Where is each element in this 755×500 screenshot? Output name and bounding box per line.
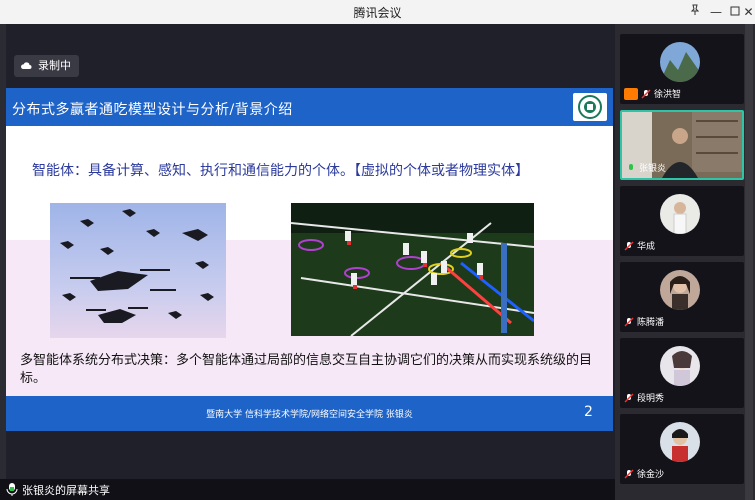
participant-name-row: 徐洪智 xyxy=(624,87,681,100)
drones-image xyxy=(50,203,226,338)
participant-tile[interactable]: 华成 xyxy=(620,186,744,256)
participant-tile[interactable]: 段明秀 xyxy=(620,338,744,408)
cloud-icon xyxy=(21,62,32,69)
pin-icon[interactable] xyxy=(684,2,706,22)
mic-muted-icon xyxy=(624,317,634,326)
slide-title: 分布式多赢者通吃模型设计与分析/背景介绍 xyxy=(12,102,293,118)
participant-name: 张银炎 xyxy=(639,164,667,174)
mic-icon xyxy=(6,483,18,496)
avatar xyxy=(660,270,700,310)
shared-slide: 分布式多赢者通吃模型设计与分析/背景介绍 智能体：具备计算、感知、执行和通信能力… xyxy=(6,88,613,431)
participant-name: 徐洪智 xyxy=(654,90,682,100)
slide-footer: 暨南大学 信科学技术学院/网络空间安全学院 张银炎 2 xyxy=(6,396,613,431)
participant-name: 徐金沙 xyxy=(637,470,665,480)
window-title: 腾讯会议 xyxy=(353,6,402,20)
person-icon xyxy=(624,87,638,100)
participants-scrollbar[interactable] xyxy=(745,24,753,500)
mic-muted-icon xyxy=(624,469,634,478)
recording-label: 录制中 xyxy=(38,59,71,72)
participant-name: 陈腾潘 xyxy=(637,318,665,328)
avatar xyxy=(660,346,700,386)
slide-footer-text: 暨南大学 信科学技术学院/网络空间安全学院 张银炎 xyxy=(206,410,413,420)
avatar xyxy=(660,194,700,234)
mic-muted-icon xyxy=(641,89,651,98)
avatar xyxy=(660,422,700,462)
slide-header: 分布式多赢者通吃模型设计与分析/背景介绍 xyxy=(6,88,613,126)
participants-panel: 徐洪智 张银炎 华成 陈腾潘 段明秀 徐金沙 xyxy=(615,24,755,500)
recording-indicator[interactable]: 录制中 xyxy=(14,55,79,77)
agent-definition-text: 智能体：具备计算、感知、执行和通信能力的个体。【虚拟的个体或者物理实体】 xyxy=(32,163,529,179)
robot-soccer-image xyxy=(291,203,534,336)
participant-tile[interactable]: 徐金沙 xyxy=(620,414,744,484)
participant-name-row: 陈腾潘 xyxy=(624,315,664,328)
university-logo xyxy=(573,93,607,121)
slide-page-number: 2 xyxy=(584,404,593,420)
screen-share-label: 张银炎的屏幕共享 xyxy=(22,484,110,497)
participant-name: 华成 xyxy=(637,242,656,252)
mic-muted-icon xyxy=(624,393,634,402)
screen-share-bar: 张银炎的屏幕共享 xyxy=(0,479,615,500)
multi-agent-decision-text: 多智能体系统分布式决策：多个智能体通过局部的信息交互自主协调它们的决策从而实现系… xyxy=(20,353,593,386)
participant-tile-active[interactable]: 张银炎 xyxy=(620,110,744,180)
participant-name-row: 张银炎 xyxy=(626,161,666,174)
participant-tile[interactable]: 徐洪智 xyxy=(620,34,744,104)
speaking-mic-icon xyxy=(629,163,633,170)
close-button[interactable]: ✕ xyxy=(742,2,755,22)
participant-tile[interactable]: 陈腾潘 xyxy=(620,262,744,332)
participant-name-row: 徐金沙 xyxy=(624,467,664,480)
avatar xyxy=(660,42,700,82)
window-titlebar: 腾讯会议 — ✕ xyxy=(0,0,755,25)
participant-name-row: 华成 xyxy=(624,239,655,252)
participant-name-row: 段明秀 xyxy=(624,391,664,404)
participant-name: 段明秀 xyxy=(637,394,665,404)
mic-muted-icon xyxy=(624,241,634,250)
